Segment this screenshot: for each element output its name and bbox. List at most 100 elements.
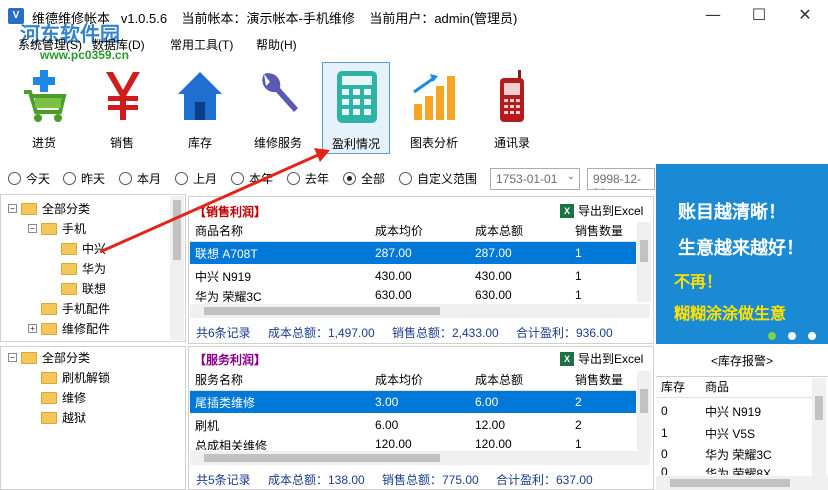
cell-total-cost: 287.00 — [475, 246, 512, 260]
maximize-button[interactable]: ☐ — [736, 0, 782, 32]
table-row[interactable]: 总成相关维修 120.00 120.00 1 — [190, 437, 636, 450]
tree-node-all-services[interactable]: − 全部分类 — [8, 349, 90, 366]
collapse-icon[interactable]: − — [8, 353, 17, 362]
table-row[interactable]: 0 华为 荣耀3C — [656, 443, 812, 465]
toolbar-repair-button[interactable]: 维修服务 — [244, 62, 312, 154]
radio-yesterday[interactable]: 昨天 — [63, 170, 105, 187]
tree-label: 全部分类 — [42, 202, 91, 216]
house-icon — [178, 72, 222, 120]
radio-dot — [8, 172, 21, 185]
table-row[interactable]: 1 中兴 V5S — [656, 422, 812, 444]
cell-product: 中兴 N919 — [705, 404, 762, 419]
cell-product: 中兴 V5S — [705, 426, 756, 441]
radio-dot — [119, 172, 132, 185]
close-button[interactable]: ✕ — [782, 0, 828, 32]
column-header[interactable]: 成本总额 — [470, 371, 570, 390]
menu-database[interactable]: 数据库(D) — [92, 36, 145, 53]
column-header[interactable]: 销售数量 — [570, 222, 636, 241]
sales-export-button[interactable]: X 导出到Excel — [560, 202, 643, 219]
export-label: 导出到Excel — [578, 352, 644, 366]
tree-label: 刷机解锁 — [62, 371, 111, 385]
toolbar-label: 盈利情况 — [331, 137, 380, 151]
column-header[interactable]: 商品 — [700, 378, 812, 397]
cell-avg-cost: 430.00 — [375, 269, 412, 283]
expand-icon[interactable]: + — [28, 324, 37, 333]
scroll-thumb[interactable] — [670, 479, 790, 487]
toolbar-sales-button[interactable]: 销售 — [88, 62, 156, 154]
column-header[interactable]: 成本均价 — [370, 371, 470, 390]
service-total-cost: 成本总额：138.00 — [268, 473, 365, 487]
column-header[interactable]: 成本总额 — [470, 222, 570, 241]
tree-node-repair[interactable]: 维修 — [41, 389, 86, 406]
column-header[interactable]: 销售数量 — [570, 371, 636, 390]
toolbar-contacts-button[interactable]: 通讯录 — [478, 62, 546, 154]
scroll-thumb[interactable] — [640, 389, 648, 413]
service-profit-title: 【服务利润】 — [194, 353, 267, 367]
table-row[interactable]: 华为 荣耀3C 630.00 630.00 1 — [190, 288, 636, 302]
scroll-thumb[interactable] — [173, 200, 181, 260]
minimize-button[interactable]: — — [690, 0, 736, 32]
menu-tools[interactable]: 常用工具(T) — [170, 36, 233, 53]
column-header[interactable]: 商品名称 — [190, 222, 370, 241]
collapse-icon[interactable]: − — [28, 224, 37, 233]
radio-last-month[interactable]: 上月 — [175, 170, 217, 187]
column-header[interactable]: 服务名称 — [190, 371, 370, 390]
tree-node-repair-parts[interactable]: + 维修配件 — [28, 320, 110, 337]
radio-this-month[interactable]: 本月 — [119, 170, 161, 187]
date-to-picker[interactable]: 9998-12-31 — [587, 168, 655, 190]
menu-help[interactable]: 帮助(H) — [256, 36, 297, 53]
service-vertical-scrollbar[interactable] — [637, 371, 651, 451]
radio-this-year[interactable]: 本年 — [231, 170, 273, 187]
toolbar-purchase-button[interactable]: 进货 — [10, 62, 78, 154]
collapse-icon[interactable]: − — [8, 204, 17, 213]
scroll-thumb[interactable] — [815, 396, 823, 420]
menu-system[interactable]: 系统管理(S) — [18, 36, 82, 53]
column-header[interactable]: 成本均价 — [370, 222, 470, 241]
radio-last-year[interactable]: 去年 — [287, 170, 329, 187]
stock-horizontal-scrollbar[interactable] — [656, 476, 828, 490]
toolbar-chart-button[interactable]: 图表分析 — [400, 62, 468, 154]
ad-line-3: 不再！ — [674, 274, 723, 291]
excel-icon: X — [560, 203, 574, 218]
carousel-dot[interactable] — [788, 332, 796, 340]
folder-icon — [61, 242, 77, 255]
tree-node-phone-accessories[interactable]: 手机配件 — [41, 300, 110, 317]
stock-vertical-scrollbar[interactable] — [812, 378, 826, 476]
cell-name: 华为 荣耀3C — [195, 290, 262, 302]
radio-custom-range[interactable]: 自定义范围 — [399, 170, 477, 187]
scroll-thumb[interactable] — [204, 454, 440, 462]
date-from-picker[interactable]: 1753-01-01 ⌄ — [490, 168, 580, 190]
table-row[interactable]: 刷机 6.00 12.00 2 — [190, 414, 636, 436]
toolbar-inventory-button[interactable]: 库存 — [166, 62, 234, 154]
tree-node-phone[interactable]: − 手机 — [28, 220, 86, 237]
cell-avg-cost: 630.00 — [375, 288, 412, 302]
tree-node-huawei[interactable]: 华为 — [61, 260, 106, 277]
table-row[interactable]: 0 华为 荣耀8X — [656, 465, 812, 475]
yen-icon — [106, 72, 140, 120]
table-row[interactable]: 中兴 N919 430.00 430.00 1 — [190, 265, 636, 287]
carousel-dot-active[interactable] — [768, 332, 776, 340]
service-export-button[interactable]: X 导出到Excel — [560, 350, 643, 367]
radio-all[interactable]: 全部 — [343, 170, 385, 187]
tree-node-zte[interactable]: 中兴 — [61, 240, 106, 257]
ad-line-2: 生意越来越好！ — [678, 238, 804, 258]
scroll-thumb[interactable] — [640, 240, 648, 262]
table-row[interactable]: 尾插类维修 3.00 6.00 2 — [190, 391, 636, 413]
tree-node-jailbreak[interactable]: 越狱 — [41, 409, 86, 426]
tree-node-lenovo[interactable]: 联想 — [61, 280, 106, 297]
table-row[interactable]: 联想 A708T 287.00 287.00 1 — [190, 242, 636, 264]
sales-horizontal-scrollbar[interactable] — [190, 304, 650, 318]
radio-today[interactable]: 今天 — [8, 170, 50, 187]
scroll-thumb[interactable] — [204, 307, 440, 315]
column-header[interactable]: 库存 — [656, 378, 700, 397]
carousel-dot[interactable] — [808, 332, 816, 340]
toolbar-profit-button[interactable]: 盈利情况 — [322, 62, 390, 154]
tree-node-all[interactable]: − 全部分类 — [8, 200, 90, 217]
ad-banner[interactable]: 账目越清晰！ 生意越来越好！ 不再！ 糊糊涂涂做生意 — [656, 164, 828, 344]
sales-vertical-scrollbar[interactable] — [637, 222, 651, 302]
tree-node-flash-unlock[interactable]: 刷机解锁 — [41, 369, 110, 386]
radio-label: 自定义范围 — [417, 172, 478, 186]
product-tree-scrollbar[interactable] — [170, 196, 184, 340]
table-row[interactable]: 0 中兴 N919 — [656, 400, 812, 422]
service-horizontal-scrollbar[interactable] — [190, 451, 650, 465]
